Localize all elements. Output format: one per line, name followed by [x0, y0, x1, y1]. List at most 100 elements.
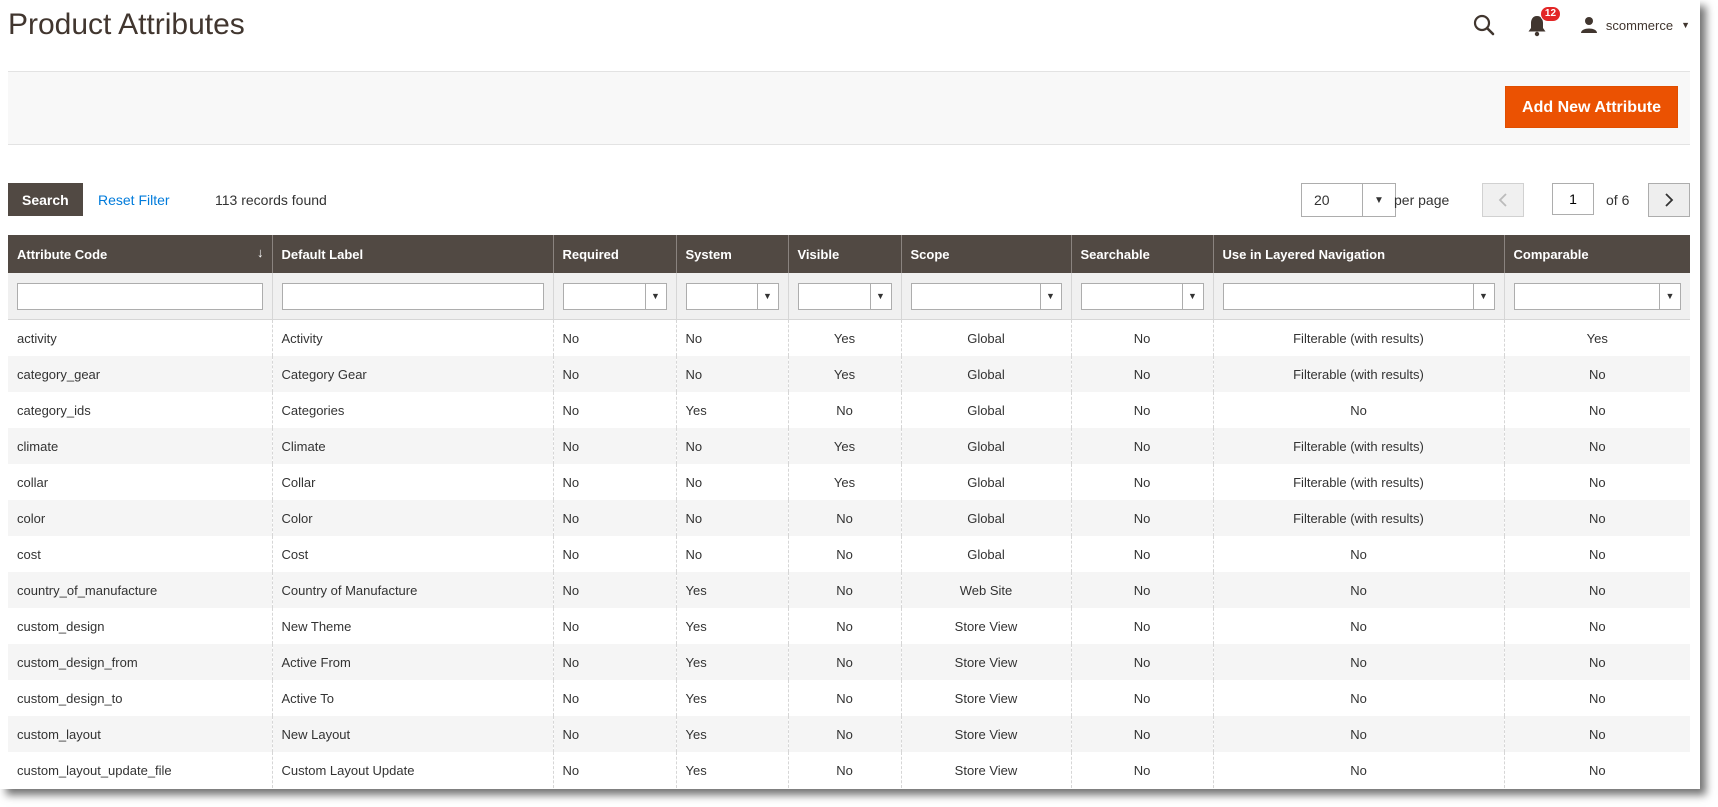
cell-layered-navigation: No	[1212, 572, 1504, 608]
table-row[interactable]: custom_layout_update_file Custom Layout U…	[8, 752, 1690, 788]
cell-visible: No	[787, 392, 901, 428]
cell-layered-navigation: No	[1212, 536, 1504, 572]
chevron-right-icon	[1665, 193, 1674, 207]
cell-comparable: No	[1503, 464, 1690, 500]
table-row[interactable]: custom_design New Theme No Yes No Store Vie…	[8, 608, 1690, 644]
table-row[interactable]: climate Climate No No Yes Global No Filterab…	[8, 428, 1690, 464]
cell-default-label: Active From	[271, 644, 553, 680]
column-header-searchable[interactable]: Searchable	[1070, 235, 1213, 273]
search-button[interactable]: Search	[8, 183, 83, 216]
user-icon	[1580, 17, 1597, 33]
cell-searchable: No	[1070, 680, 1213, 716]
cell-scope: Store View	[900, 680, 1071, 716]
cell-searchable: No	[1070, 716, 1213, 752]
global-search-icon[interactable]	[1472, 13, 1496, 37]
cell-default-label: Cost	[271, 536, 553, 572]
caret-down-icon: ▼	[756, 283, 778, 309]
cell-scope: Store View	[900, 752, 1071, 788]
column-header-default-label[interactable]: Default Label	[271, 235, 553, 273]
table-row[interactable]: category_gear Category Gear No No Yes Globa…	[8, 356, 1690, 392]
cell-comparable: No	[1503, 572, 1690, 608]
cell-scope: Store View	[900, 608, 1071, 644]
username: scommerce	[1605, 17, 1674, 33]
filter-layered-navigation-select[interactable]: ▼	[1222, 282, 1495, 310]
column-header-required[interactable]: Required	[552, 235, 676, 273]
filter-attribute-code-input[interactable]	[17, 282, 263, 310]
table-row[interactable]: country_of_manufacture Country of Manufac…	[8, 572, 1690, 608]
cell-default-label: Country of Manufacture	[271, 572, 553, 608]
cell-system: Yes	[675, 572, 788, 608]
cell-searchable: No	[1070, 608, 1213, 644]
table-row[interactable]: color Color No No No Global No Filterable (w…	[8, 500, 1690, 536]
cell-system: Yes	[675, 392, 788, 428]
cell-searchable: No	[1070, 319, 1213, 356]
cell-system: Yes	[675, 680, 788, 716]
cell-visible: No	[787, 536, 901, 572]
cell-comparable: No	[1503, 392, 1690, 428]
cell-scope: Global	[900, 319, 1071, 356]
cell-searchable: No	[1070, 536, 1213, 572]
cell-default-label: Color	[271, 500, 553, 536]
cell-searchable: No	[1070, 392, 1213, 428]
table-row[interactable]: custom_design_from Active From No Yes No St…	[8, 644, 1690, 680]
cell-attribute-code: cost	[8, 536, 272, 572]
notifications-bell-icon[interactable]: 12	[1526, 6, 1562, 38]
filter-system-select[interactable]: ▼	[685, 282, 779, 310]
current-page-input[interactable]	[1552, 183, 1594, 215]
filter-comparable-select[interactable]: ▼	[1513, 282, 1681, 310]
cell-required: No	[552, 428, 676, 464]
filter-searchable-select[interactable]: ▼	[1080, 282, 1204, 310]
cell-attribute-code: custom_design_from	[8, 644, 272, 680]
cell-attribute-code: custom_layout_update_file	[8, 752, 272, 788]
total-pages-label: of 6	[1606, 192, 1630, 208]
cell-layered-navigation: No	[1212, 392, 1504, 428]
column-header-comparable[interactable]: Comparable	[1503, 235, 1690, 273]
caret-down-icon[interactable]: ▼	[1363, 184, 1395, 216]
column-header-layered-navigation[interactable]: Use in Layered Navigation	[1212, 235, 1504, 273]
filter-default-label-input[interactable]	[281, 282, 544, 310]
cell-layered-navigation: Filterable (with results)	[1212, 464, 1504, 500]
column-header-system[interactable]: System	[675, 235, 788, 273]
caret-down-icon: ▼	[1039, 283, 1061, 309]
header-actions: 12 scommerce ▼	[1472, 6, 1690, 40]
cell-searchable: No	[1070, 644, 1213, 680]
table-row[interactable]: collar Collar No No Yes Global No Filterable…	[8, 464, 1690, 500]
cell-system: No	[675, 428, 788, 464]
cell-layered-navigation: Filterable (with results)	[1212, 356, 1504, 392]
column-header-attribute-code[interactable]: Attribute Code ↓	[8, 235, 272, 273]
cell-comparable: No	[1503, 500, 1690, 536]
column-header-scope[interactable]: Scope	[900, 235, 1071, 273]
filter-scope-select[interactable]: ▼	[910, 282, 1062, 310]
per-page-label: per page	[1394, 192, 1450, 208]
user-account-menu[interactable]: scommerce ▼	[1580, 16, 1690, 34]
caret-down-icon: ▼	[869, 283, 891, 309]
caret-down-icon: ▼	[1181, 283, 1203, 309]
per-page-select[interactable]: 20 ▼	[1301, 183, 1396, 217]
cell-scope: Global	[900, 500, 1071, 536]
cell-system: Yes	[675, 644, 788, 680]
table-row[interactable]: category_ids Categories No Yes No Global No…	[8, 392, 1690, 428]
cell-attribute-code: category_gear	[8, 356, 272, 392]
table-row[interactable]: activity Activity No No Yes Global No Filter…	[8, 319, 1690, 356]
cell-default-label: Collar	[271, 464, 553, 500]
add-new-attribute-button[interactable]: Add New Attribute	[1505, 86, 1678, 128]
cell-layered-navigation: No	[1212, 716, 1504, 752]
cell-scope: Store View	[900, 644, 1071, 680]
next-page-button[interactable]	[1648, 183, 1690, 217]
cell-attribute-code: custom_design	[8, 608, 272, 644]
cell-required: No	[552, 716, 676, 752]
filter-required-select[interactable]: ▼	[562, 282, 667, 310]
previous-page-button[interactable]	[1482, 183, 1524, 217]
cell-comparable: No	[1503, 644, 1690, 680]
table-row[interactable]: cost Cost No No No Global No No No	[8, 536, 1690, 572]
cell-system: Yes	[675, 716, 788, 752]
table-row[interactable]: custom_design_to Active To No Yes No Store …	[8, 680, 1690, 716]
reset-filter-link[interactable]: Reset Filter	[98, 192, 170, 208]
cell-visible: Yes	[787, 356, 901, 392]
filter-visible-select[interactable]: ▼	[797, 282, 892, 310]
cell-visible: Yes	[787, 319, 901, 356]
cell-default-label: New Layout	[271, 716, 553, 752]
table-row[interactable]: custom_layout New Layout No Yes No Store Vi…	[8, 716, 1690, 752]
cell-layered-navigation: Filterable (with results)	[1212, 500, 1504, 536]
column-header-visible[interactable]: Visible	[787, 235, 901, 273]
